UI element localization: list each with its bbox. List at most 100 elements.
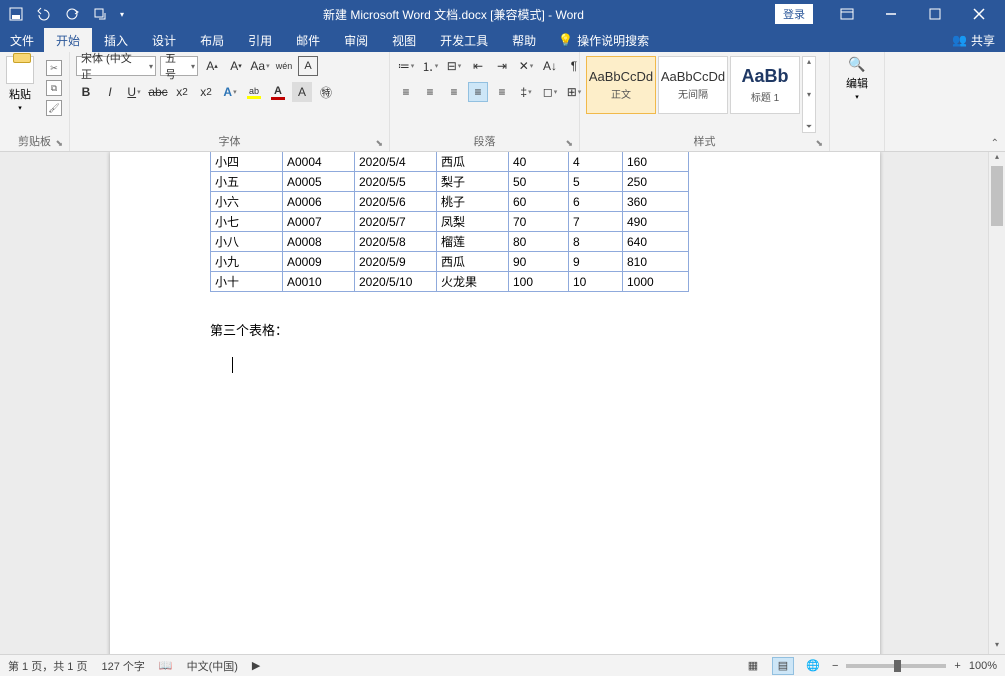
table-cell[interactable]: 桃子 xyxy=(437,192,509,212)
table-row[interactable]: 小十A00102020/5/10火龙果100101000 xyxy=(211,272,689,292)
table-cell[interactable]: 6 xyxy=(569,192,623,212)
table-cell[interactable]: 2020/5/9 xyxy=(355,252,437,272)
paste-dropdown-icon[interactable]: ▾ xyxy=(18,104,22,112)
zoom-level[interactable]: 100% xyxy=(969,660,997,672)
bold-button[interactable]: B xyxy=(76,82,96,102)
table-row[interactable]: 小六A00062020/5/6桃子606360 xyxy=(211,192,689,212)
table-cell[interactable]: 小八 xyxy=(211,232,283,252)
copy-icon[interactable]: ⧉ xyxy=(46,80,62,96)
chevron-up-icon[interactable]: ▴ xyxy=(803,57,815,66)
table-cell[interactable]: 凤梨 xyxy=(437,212,509,232)
style-normal[interactable]: AaBbCcDd 正文 xyxy=(586,56,656,114)
paragraph-launcher-icon[interactable]: ⬊ xyxy=(565,138,573,149)
table-cell[interactable]: 小七 xyxy=(211,212,283,232)
redo-icon[interactable] xyxy=(64,6,80,22)
spellcheck-icon[interactable]: 📖 xyxy=(159,659,173,672)
font-color-icon[interactable]: A xyxy=(268,82,288,102)
collapse-ribbon-icon[interactable]: ⌃ xyxy=(991,138,999,149)
qat-dropdown-icon[interactable]: ▾ xyxy=(120,10,124,19)
macro-icon[interactable]: ▶ xyxy=(252,659,260,672)
sort-icon[interactable]: A↓ xyxy=(540,56,560,76)
font-launcher-icon[interactable]: ⬊ xyxy=(375,138,383,149)
table-cell[interactable]: 西瓜 xyxy=(437,252,509,272)
table-cell[interactable]: 8 xyxy=(569,232,623,252)
tab-mailings[interactable]: 邮件 xyxy=(284,28,332,52)
align-justify-icon[interactable]: ≡ xyxy=(468,82,488,102)
underline-button[interactable]: U▾ xyxy=(124,82,144,102)
tab-file[interactable]: 文件 xyxy=(0,28,44,52)
table-cell[interactable]: A0005 xyxy=(283,172,355,192)
table-cell[interactable]: 2020/5/7 xyxy=(355,212,437,232)
table-cell[interactable]: 梨子 xyxy=(437,172,509,192)
table-cell[interactable]: 小四 xyxy=(211,152,283,172)
table-cell[interactable]: 西瓜 xyxy=(437,152,509,172)
phonetic-guide-icon[interactable]: wén xyxy=(274,56,294,76)
table-cell[interactable]: 50 xyxy=(509,172,569,192)
minimize-icon[interactable] xyxy=(871,2,911,26)
page[interactable]: 小四A00042020/5/4西瓜404160小五A00052020/5/5梨子… xyxy=(110,152,880,654)
ribbon-options-icon[interactable] xyxy=(827,2,867,26)
table-cell[interactable]: 2020/5/6 xyxy=(355,192,437,212)
format-painter-icon[interactable]: 🖌 xyxy=(46,100,62,116)
align-right-icon[interactable]: ≡ xyxy=(444,82,464,102)
styles-launcher-icon[interactable]: ⬊ xyxy=(815,138,823,149)
save-icon[interactable] xyxy=(8,6,24,22)
table-cell[interactable]: 2020/5/8 xyxy=(355,232,437,252)
table-cell[interactable]: 2020/5/10 xyxy=(355,272,437,292)
scroll-thumb[interactable] xyxy=(991,166,1003,226)
enclose-char-icon[interactable]: ㊕ xyxy=(316,82,336,102)
char-shading-icon[interactable]: A xyxy=(292,82,312,102)
vertical-scrollbar[interactable]: ▴ ▾ xyxy=(988,152,1005,654)
style-nospacing[interactable]: AaBbCcDd 无间隔 xyxy=(658,56,728,114)
print-layout-icon[interactable]: ▤ xyxy=(772,657,794,675)
tab-review[interactable]: 审阅 xyxy=(332,28,380,52)
table-cell[interactable]: 90 xyxy=(509,252,569,272)
tab-design[interactable]: 设计 xyxy=(140,28,188,52)
grow-font-icon[interactable]: A▴ xyxy=(202,56,222,76)
strikethrough-button[interactable]: abc xyxy=(148,82,168,102)
decrease-indent-icon[interactable]: ⇤ xyxy=(468,56,488,76)
table-row[interactable]: 小九A00092020/5/9西瓜909810 xyxy=(211,252,689,272)
table-cell[interactable]: 1000 xyxy=(623,272,689,292)
cut-icon[interactable]: ✂ xyxy=(46,60,62,76)
tab-view[interactable]: 视图 xyxy=(380,28,428,52)
zoom-in-button[interactable]: + xyxy=(954,660,960,672)
superscript-button[interactable]: x2 xyxy=(196,82,216,102)
table-cell[interactable]: 榴莲 xyxy=(437,232,509,252)
font-name-combo[interactable]: 宋体 (中文正 xyxy=(76,56,156,76)
align-left-icon[interactable]: ≡ xyxy=(396,82,416,102)
table-cell[interactable]: 2020/5/5 xyxy=(355,172,437,192)
editing-label[interactable]: 编辑 xyxy=(846,75,868,91)
web-layout-icon[interactable]: 🌐 xyxy=(802,657,824,675)
char-border-icon[interactable]: A xyxy=(298,56,318,76)
table-cell[interactable]: 4 xyxy=(569,152,623,172)
zoom-knob[interactable] xyxy=(894,660,901,672)
table-cell[interactable]: 小六 xyxy=(211,192,283,212)
table-cell[interactable]: 810 xyxy=(623,252,689,272)
change-case-icon[interactable]: Aa▾ xyxy=(250,56,270,76)
table-cell[interactable]: 160 xyxy=(623,152,689,172)
shading-icon[interactable]: ◻▾ xyxy=(540,82,560,102)
styles-gallery-nav[interactable]: ▴▾⏷ xyxy=(802,56,816,133)
read-mode-icon[interactable]: ▦ xyxy=(742,657,764,675)
table-cell[interactable]: 5 xyxy=(569,172,623,192)
table-cell[interactable]: 80 xyxy=(509,232,569,252)
paste-icon[interactable] xyxy=(6,56,34,84)
share-button[interactable]: 👥 共享 xyxy=(942,28,1005,52)
find-icon[interactable]: 🔍 xyxy=(848,56,865,73)
table-cell[interactable]: 60 xyxy=(509,192,569,212)
multilevel-icon[interactable]: ⊟▾ xyxy=(444,56,464,76)
align-distribute-icon[interactable]: ≡ xyxy=(492,82,512,102)
table-cell[interactable]: 9 xyxy=(569,252,623,272)
numbering-icon[interactable]: ⒈▾ xyxy=(420,56,440,76)
table-cell[interactable]: 490 xyxy=(623,212,689,232)
increase-indent-icon[interactable]: ⇥ xyxy=(492,56,512,76)
styles-more-icon[interactable]: ⏷ xyxy=(803,122,815,132)
tab-references[interactable]: 引用 xyxy=(236,28,284,52)
text-direction-icon[interactable]: ✕▾ xyxy=(516,56,536,76)
clipboard-launcher-icon[interactable]: ⬊ xyxy=(55,138,63,149)
table-cell[interactable]: 70 xyxy=(509,212,569,232)
table-row[interactable]: 小八A00082020/5/8榴莲808640 xyxy=(211,232,689,252)
qat-more-icon[interactable] xyxy=(92,6,108,22)
login-button[interactable]: 登录 xyxy=(775,4,813,24)
